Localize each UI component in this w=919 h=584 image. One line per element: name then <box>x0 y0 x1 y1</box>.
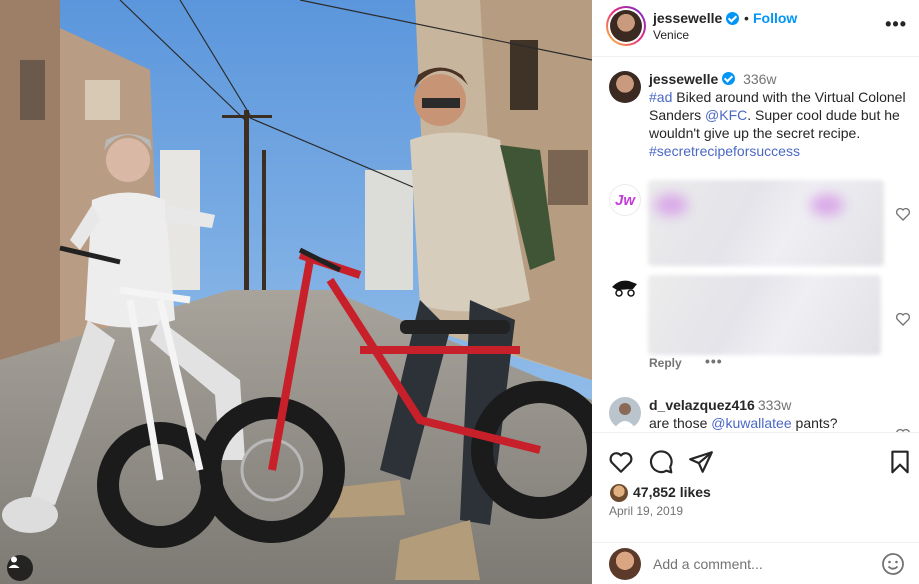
likes-count[interactable]: 47,852 likes <box>633 484 711 500</box>
comment-options-icon[interactable]: ••• <box>705 353 723 369</box>
heart-icon[interactable] <box>608 449 634 475</box>
comments-list[interactable]: jessewelle 336w #ad Biked around with th… <box>592 57 919 432</box>
post-sidebar: jessewelle • Follow Venice ••• jessewell… <box>592 0 919 584</box>
post-location[interactable]: Venice <box>653 28 689 42</box>
hashtag-link[interactable]: #secretrecipeforsuccess <box>649 143 800 159</box>
mention-link[interactable]: @KFC <box>705 107 747 123</box>
blurred-comment <box>648 180 884 266</box>
comment-text-part: are those <box>649 415 712 431</box>
author-username[interactable]: jessewelle <box>653 10 722 26</box>
caption-avatar[interactable] <box>609 71 641 103</box>
commenter-avatar[interactable] <box>609 397 641 429</box>
avatar-monogram: Jw <box>614 191 635 209</box>
current-user-avatar <box>609 548 641 580</box>
reply-button[interactable]: Reply <box>649 356 682 370</box>
post-actions: 47,852 likes April 19, 2019 <box>592 432 919 542</box>
share-icon[interactable] <box>688 449 714 475</box>
emoji-icon[interactable] <box>881 552 905 576</box>
caption-username[interactable]: jessewelle <box>649 71 718 87</box>
comment-like-heart-icon[interactable] <box>895 206 911 222</box>
ad-hashtag-link[interactable]: #ad <box>649 89 672 105</box>
post-date[interactable]: April 19, 2019 <box>609 504 683 518</box>
bookmark-icon[interactable] <box>887 449 913 475</box>
separator-dot: • <box>744 10 749 26</box>
verified-badge-icon <box>722 72 736 85</box>
post-header: jessewelle • Follow Venice ••• <box>592 0 919 57</box>
comment-input[interactable] <box>653 552 873 576</box>
author-avatar[interactable] <box>606 6 646 46</box>
comment-icon[interactable] <box>648 449 674 475</box>
caption-time[interactable]: 336w <box>743 71 776 87</box>
blurred-comment <box>648 275 881 355</box>
comment-like-heart-icon[interactable] <box>895 311 911 327</box>
post-caption: jessewelle 336w #ad Biked around with th… <box>649 70 915 160</box>
follow-button[interactable]: Follow <box>753 10 797 26</box>
commenter-avatar[interactable]: Jw <box>609 184 641 216</box>
commenter-avatar[interactable] <box>609 270 641 302</box>
verified-badge-icon <box>726 12 739 25</box>
comment-text-part-2: pants? <box>791 415 838 431</box>
photo-illustration <box>0 0 592 584</box>
comment-time[interactable]: 333w <box>758 397 791 413</box>
add-comment-bar <box>592 542 919 584</box>
comment-header: d_velazquez416 333w <box>649 397 791 413</box>
post-photo[interactable] <box>0 0 592 584</box>
liker-avatar[interactable] <box>610 484 628 502</box>
comment-text: are those @kuwallatee pants? <box>649 415 838 431</box>
user-tag-icon[interactable] <box>7 555 33 581</box>
more-options-icon[interactable]: ••• <box>885 14 907 35</box>
commenter-username[interactable]: d_velazquez416 <box>649 397 755 413</box>
mention-link[interactable]: @kuwallatee <box>711 415 791 431</box>
